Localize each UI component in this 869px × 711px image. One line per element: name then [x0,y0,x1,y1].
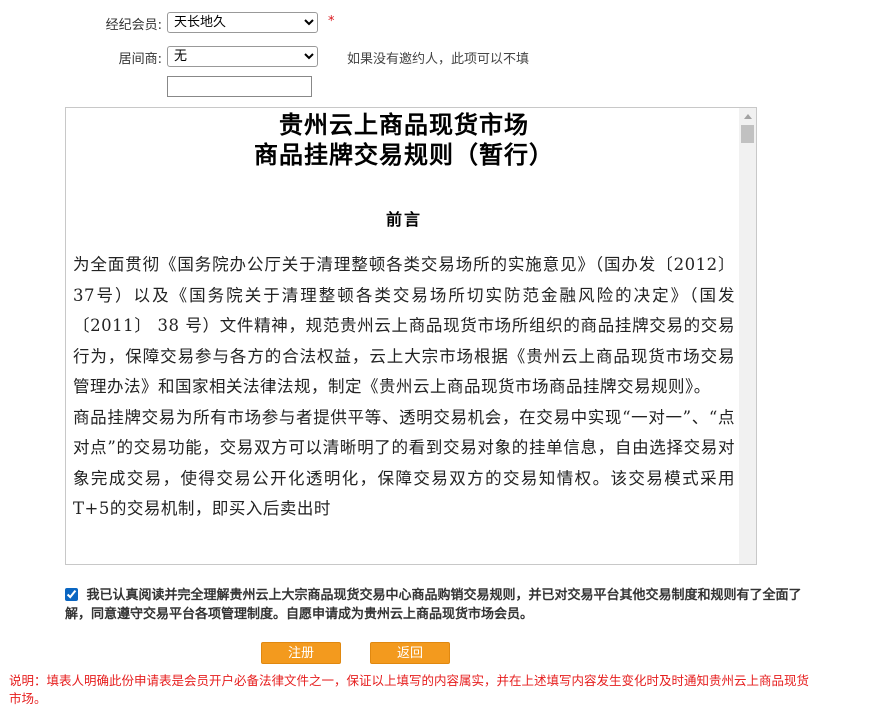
rules-document-content: 贵州云上商品现货市场 商品挂牌交易规则（暂行） 前言 为全面贯彻《国务院办公厅关… [73,108,735,564]
document-title-line2: 商品挂牌交易规则（暂行） [254,140,554,169]
scroll-thumb[interactable] [741,125,754,143]
required-mark: * [328,14,335,29]
back-button[interactable]: 返回 [370,642,450,664]
agreement-text: 我已认真阅读并完全理解贵州云上大宗商品现货交易中心商品购销交易规则，并已对交易平… [65,588,802,622]
agreement: 我已认真阅读并完全理解贵州云上大宗商品现货交易中心商品购销交易规则，并已对交易平… [65,586,805,624]
broker-label: 经纪会员: [105,18,162,33]
register-button[interactable]: 注册 [261,642,341,664]
document-paragraph-1: 为全面贯彻《国务院办公厅关于清理整顿各类交易场所的实施意见》（国办发〔2012〕… [73,255,735,396]
document-paragraph-2: 商品挂牌交易为所有市场参与者提供平等、透明交易机会，在交易中实现“一对一”、“点… [73,407,735,519]
intermediary-hint: 如果没有邀约人，此项可以不填 [347,52,530,67]
document-section-title: 前言 [385,210,422,229]
document-title-line1: 贵州云上商品现货市场 [279,110,529,139]
broker-select[interactable]: 天长地久 [167,12,318,33]
document-title: 贵州云上商品现货市场 商品挂牌交易规则（暂行） [73,110,735,170]
disclaimer-note: 说明：填表人明确此份申请表是会员开户必备法律文件之一，保证以上填写的内容属实，并… [9,673,810,706]
intermediary-label: 居间商: [118,52,162,67]
intermediary-select[interactable]: 无 [167,46,318,67]
intermediary-text-input[interactable] [167,76,312,97]
document-scrollbar[interactable] [739,108,756,564]
scroll-up-arrow-icon[interactable] [739,108,756,125]
agreement-checkbox[interactable] [65,588,78,601]
rules-document[interactable]: 贵州云上商品现货市场 商品挂牌交易规则（暂行） 前言 为全面贯彻《国务院办公厅关… [65,107,757,565]
